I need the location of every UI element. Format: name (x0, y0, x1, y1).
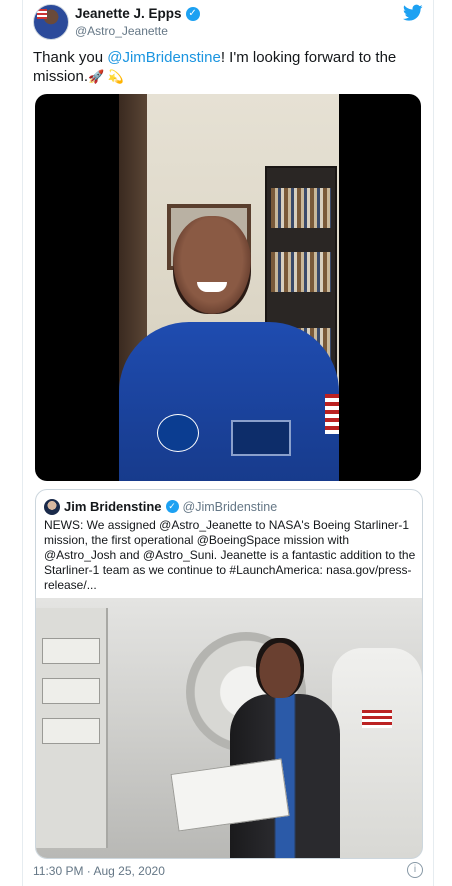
author-avatar[interactable] (33, 4, 69, 40)
panel-label (42, 678, 100, 704)
video-scene (119, 94, 339, 481)
quoted-author-avatar[interactable] (44, 499, 60, 515)
us-flag-patch (325, 394, 339, 434)
suit-flag (362, 710, 392, 728)
attached-video[interactable] (35, 94, 421, 481)
mention-link[interactable]: @JimBridenstine (107, 49, 221, 66)
tweet-header: Jeanette J. Epps ✓ @Astro_Jeanette (33, 4, 423, 44)
tweet-timestamp[interactable]: 11:30 PM · Aug 25, 2020 (33, 864, 165, 878)
quoted-text: NEWS: We assigned @Astro_Jeanette to NAS… (44, 518, 416, 592)
astronaut-face (173, 216, 251, 314)
flight-suit (119, 322, 339, 481)
tweet-text-prefix: Thank you (33, 49, 108, 66)
name-tag-patch (231, 420, 291, 456)
quoted-author-row[interactable]: Jim Bridenstine ✓ @JimBridenstine (64, 499, 277, 514)
panel-label (42, 718, 100, 744)
equipment-panel (36, 608, 108, 848)
twitter-bird-icon[interactable] (403, 4, 423, 22)
quoted-tweet[interactable]: Jim Bridenstine ✓ @JimBridenstine NEWS: … (35, 489, 423, 859)
verified-badge-icon: ✓ (165, 500, 179, 513)
shelf-row (271, 252, 331, 292)
quoted-handle[interactable]: @JimBridenstine (183, 500, 278, 514)
avatar-flag (37, 9, 47, 19)
info-icon[interactable]: i (407, 862, 423, 878)
quoted-photo[interactable] (36, 598, 422, 858)
author-name-row[interactable]: Jeanette J. Epps ✓ (75, 6, 200, 21)
nasa-logo-patch (157, 414, 199, 452)
panel-label (42, 638, 100, 664)
author-display-name[interactable]: Jeanette J. Epps (75, 6, 182, 21)
quoted-display-name[interactable]: Jim Bridenstine (64, 499, 162, 514)
rocket-sparkle-emoji: 🚀 💫 (88, 69, 125, 84)
verified-badge-icon: ✓ (185, 6, 200, 21)
astronaut-head (256, 638, 304, 698)
shelf-row (271, 188, 331, 228)
tweet-card: Jeanette J. Epps ✓ @Astro_Jeanette Thank… (22, 0, 434, 886)
spacesuit (332, 648, 422, 858)
author-handle[interactable]: @Astro_Jeanette (75, 24, 168, 38)
tweet-text: Thank you @JimBridenstine! I'm looking f… (33, 48, 425, 86)
